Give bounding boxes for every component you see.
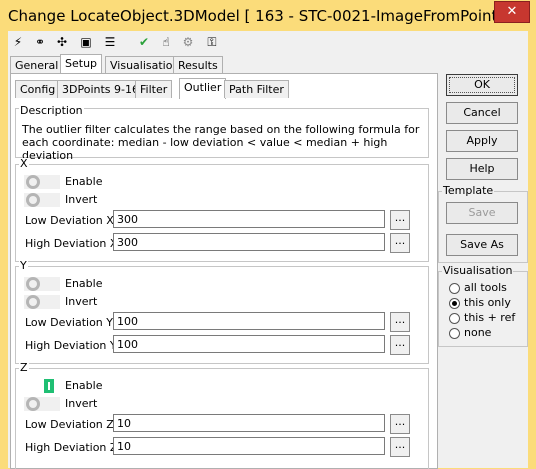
z-enable-toggle[interactable] (24, 379, 60, 393)
y-high-label: High Deviation Y (25, 339, 117, 352)
z-enable-label: Enable (65, 379, 103, 392)
radio-none-label: none (464, 326, 492, 339)
y-enable-label: Enable (65, 277, 103, 290)
console-icon[interactable]: ▣ (78, 34, 94, 50)
y-high-field[interactable]: 100 (113, 335, 385, 353)
z-high-label: High Deviation Z (25, 441, 118, 454)
z-high-field[interactable]: 10 (113, 437, 385, 455)
y-low-label: Low Deviation Y (25, 316, 113, 329)
x-invert-toggle[interactable] (24, 193, 60, 207)
lightning-icon[interactable]: ⚡ (10, 34, 26, 50)
radio-this-ref[interactable] (449, 313, 460, 324)
window-title: Change LocateObject.3DModel [ 163 - STC-… (8, 7, 498, 25)
tab-path-filter[interactable]: Path Filter (224, 80, 289, 98)
y-label: Y (19, 259, 28, 272)
main-tab-row: General Setup Visualisation Results (10, 54, 440, 75)
tab-3dpoints[interactable]: 3DPoints 9-16 (57, 80, 144, 98)
visualisation-label: Visualisation (442, 264, 514, 277)
y-invert-label: Invert (65, 295, 98, 308)
setup-panel: Config 3DPoints 9-16 Filter Outlier Path… (10, 73, 438, 469)
tab-results[interactable]: Results (173, 56, 223, 74)
dialog-window: Change LocateObject.3DModel [ 163 - STC-… (0, 0, 536, 469)
template-save-button[interactable]: Save (446, 202, 518, 224)
x-label: X (19, 157, 29, 170)
sub-tab-row: Config 3DPoints 9-16 Filter Outlier Path… (15, 78, 425, 99)
template-label: Template (442, 184, 495, 197)
radio-all-tools[interactable] (449, 283, 460, 294)
template-save-as-button[interactable]: Save As (446, 234, 518, 256)
z-invert-label: Invert (65, 397, 98, 410)
help-button[interactable]: Help (446, 158, 518, 180)
description-label: Description (19, 104, 84, 117)
key-icon[interactable]: ⚿ (204, 34, 220, 50)
x-high-label: High Deviation X (25, 237, 118, 250)
z-label: Z (19, 361, 29, 374)
z-high-browse-button[interactable]: ... (390, 437, 410, 457)
x-invert-label: Invert (65, 193, 98, 206)
description-group: Description The outlier filter calculate… (15, 104, 429, 162)
ok-button[interactable]: OK (446, 74, 518, 96)
tab-config[interactable]: Config (15, 80, 61, 98)
link-icon[interactable]: ⚭ (32, 34, 48, 50)
x-high-field[interactable]: 300 (113, 233, 385, 251)
radio-this-only-label: this only (464, 296, 511, 309)
x-high-browse-button[interactable]: ... (390, 233, 410, 253)
tab-outlier[interactable]: Outlier (179, 78, 227, 99)
y-low-field[interactable]: 100 (113, 312, 385, 330)
template-group: Template Save Save As (438, 185, 528, 263)
apply-button[interactable]: Apply (446, 130, 518, 152)
fingerprint-icon[interactable]: ☝ (158, 34, 174, 50)
close-button[interactable]: ✕ (494, 1, 530, 23)
z-low-label: Low Deviation Z (25, 418, 114, 431)
tab-setup[interactable]: Setup (60, 54, 103, 75)
visualisation-group: Visualisation all tools this only this +… (438, 265, 528, 347)
radio-all-tools-label: all tools (464, 281, 507, 294)
network-icon[interactable]: ⚙ (180, 34, 196, 50)
tab-filter[interactable]: Filter (135, 80, 173, 98)
z-invert-toggle[interactable] (24, 397, 60, 411)
radio-this-only[interactable] (449, 298, 460, 309)
x-low-label: Low Deviation X (25, 214, 114, 227)
z-low-browse-button[interactable]: ... (390, 414, 410, 434)
y-low-browse-button[interactable]: ... (390, 312, 410, 332)
x-enable-toggle[interactable] (24, 175, 60, 189)
z-low-field[interactable]: 10 (113, 414, 385, 432)
cancel-button[interactable]: Cancel (446, 102, 518, 124)
description-text: The outlier filter calculates the range … (22, 123, 420, 162)
y-group: Y Enable Invert Low Deviation Y 100 ... … (15, 260, 429, 364)
radio-none[interactable] (449, 328, 460, 339)
x-low-field[interactable]: 300 (113, 210, 385, 228)
check-icon[interactable]: ✔ (136, 34, 152, 50)
y-high-browse-button[interactable]: ... (390, 335, 410, 355)
tab-general[interactable]: General (10, 56, 64, 74)
x-enable-label: Enable (65, 175, 103, 188)
dialog-client-area: ⚡ ⚭ ✣ ▣ ☰ ✔ ☝ ⚙ ⚿ General Setup Visualis… (8, 31, 528, 469)
y-enable-toggle[interactable] (24, 277, 60, 291)
title-bar[interactable]: Change LocateObject.3DModel [ 163 - STC-… (0, 0, 536, 32)
y-invert-toggle[interactable] (24, 295, 60, 309)
toolbar: ⚡ ⚭ ✣ ▣ ☰ ✔ ☝ ⚙ ⚿ (8, 31, 528, 53)
x-low-browse-button[interactable]: ... (390, 210, 410, 230)
x-group: X Enable Invert Low Deviation X 300 ... … (15, 158, 429, 262)
puzzle-icon[interactable]: ✣ (54, 34, 70, 50)
z-group: Z Enable Invert Low Deviation Z 10 ... H… (15, 362, 429, 469)
radio-this-ref-label: this + ref (464, 311, 516, 324)
list-icon[interactable]: ☰ (102, 34, 118, 50)
